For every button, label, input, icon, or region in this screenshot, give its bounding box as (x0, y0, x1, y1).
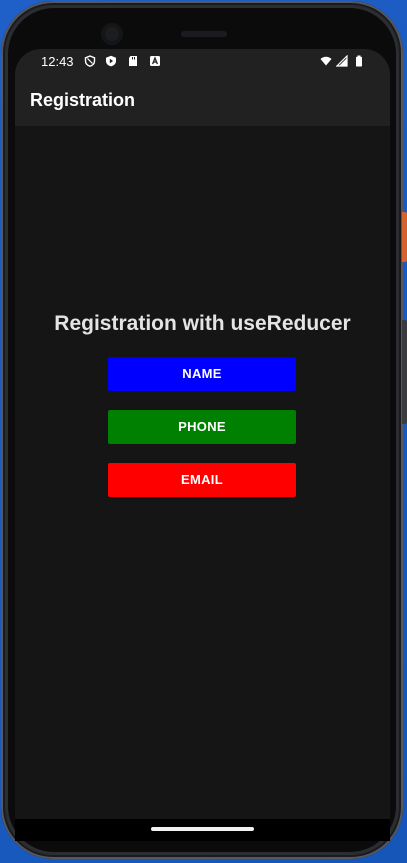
earpiece-speaker (181, 31, 227, 37)
app-bar-title: Registration (30, 90, 136, 110)
accessibility-a-icon (150, 56, 160, 66)
navigation-bar (15, 819, 390, 841)
front-camera (101, 23, 123, 45)
name-button[interactable]: NAME (108, 357, 296, 391)
device-screen: 12:43 Registration Registration with use… (15, 49, 390, 841)
signal-icon (336, 55, 348, 67)
sd-card-icon (129, 56, 137, 66)
shield-icon (84, 55, 96, 67)
page-heading: Registration with useReducer (54, 312, 351, 335)
home-gesture-handle[interactable] (151, 827, 254, 831)
power-button[interactable] (402, 212, 407, 262)
main-content: Registration with useReducer NAME PHONE … (15, 126, 390, 819)
play-protect-icon (106, 55, 116, 67)
status-time: 12:43 (41, 54, 74, 69)
battery-icon (356, 55, 362, 67)
status-bar: 12:43 (15, 49, 390, 76)
phone-button[interactable]: PHONE (108, 410, 296, 444)
email-button[interactable]: EMAIL (108, 463, 296, 497)
wifi-icon (320, 56, 332, 66)
app-bar: Registration (15, 76, 390, 126)
volume-button[interactable] (402, 320, 407, 424)
